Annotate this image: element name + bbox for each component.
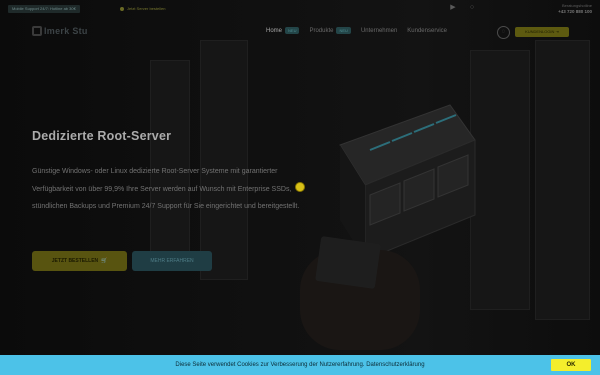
hotline-number: +43 720 880 100	[558, 9, 592, 14]
logo-mark-icon	[32, 26, 42, 36]
menu-circle-icon[interactable]: ◌	[497, 26, 510, 39]
offer-label: Jetzt Server bestellen	[127, 6, 166, 11]
cookie-ok-button[interactable]: OK	[551, 359, 591, 371]
background-rack	[200, 40, 248, 280]
user-icon[interactable]: ○	[468, 4, 476, 12]
hotspot-marker[interactable]	[295, 182, 305, 192]
brand-logo[interactable]: Imerk Stu	[32, 25, 88, 37]
offer-dot-icon	[120, 6, 124, 11]
cookie-message: Diese Seite verwendet Cookies zur Verbes…	[0, 355, 540, 375]
cookie-text: Diese Seite verwendet Cookies zur Verbes…	[175, 362, 365, 368]
hero-description: Günstige Windows- oder Linux dedizierte …	[32, 168, 300, 211]
support-badge[interactable]: Mobile Support 24/7: Hotline ab 30€	[8, 5, 80, 13]
offer-link[interactable]: Jetzt Server bestellen	[120, 5, 165, 13]
top-bar: Mobile Support 24/7: Hotline ab 30€ Jetz…	[0, 0, 600, 18]
tablet-illustration	[315, 236, 381, 289]
background-rack	[150, 60, 190, 260]
nav-item-label: Home	[266, 27, 283, 34]
nav-item-produkte[interactable]: Produkte NEU	[309, 27, 351, 34]
cart-icon: 🛒	[99, 258, 108, 264]
customer-login-button[interactable]: KUNDENLOGIN ⇥	[515, 27, 569, 37]
nav-item-unternehmen[interactable]: Unternehmen	[361, 28, 397, 34]
bell-icon[interactable]: ▶	[449, 4, 457, 12]
nav-pill: NEU	[285, 27, 300, 34]
nav-item-home[interactable]: Home NEU	[266, 27, 300, 34]
learn-more-button[interactable]: MEHR ERFAHREN	[132, 251, 212, 271]
nav-item-label: Unternehmen	[360, 27, 398, 34]
nav-item-kundenservice[interactable]: Kundenservice	[407, 28, 447, 34]
nav-item-label: Kundenservice	[407, 27, 447, 34]
brand-name: Imerk Stu	[44, 26, 88, 36]
hotline[interactable]: Beratungshotline +43 720 880 100	[558, 3, 592, 15]
nav-pill: NEU	[336, 27, 351, 34]
cookie-banner: Diese Seite verwendet Cookies zur Verbes…	[0, 355, 600, 375]
main-nav: Home NEU Produkte NEU Unternehmen Kunden…	[266, 27, 447, 34]
order-now-label: JETZT BESTELLEN	[51, 258, 99, 264]
page-title: Dedizierte Root-Server	[32, 129, 172, 143]
privacy-link[interactable]: Datenschutzerklärung	[366, 362, 424, 368]
order-now-button[interactable]: JETZT BESTELLEN 🛒	[32, 251, 127, 271]
nav-item-label: Produkte	[309, 27, 334, 34]
background-rack	[535, 40, 590, 320]
